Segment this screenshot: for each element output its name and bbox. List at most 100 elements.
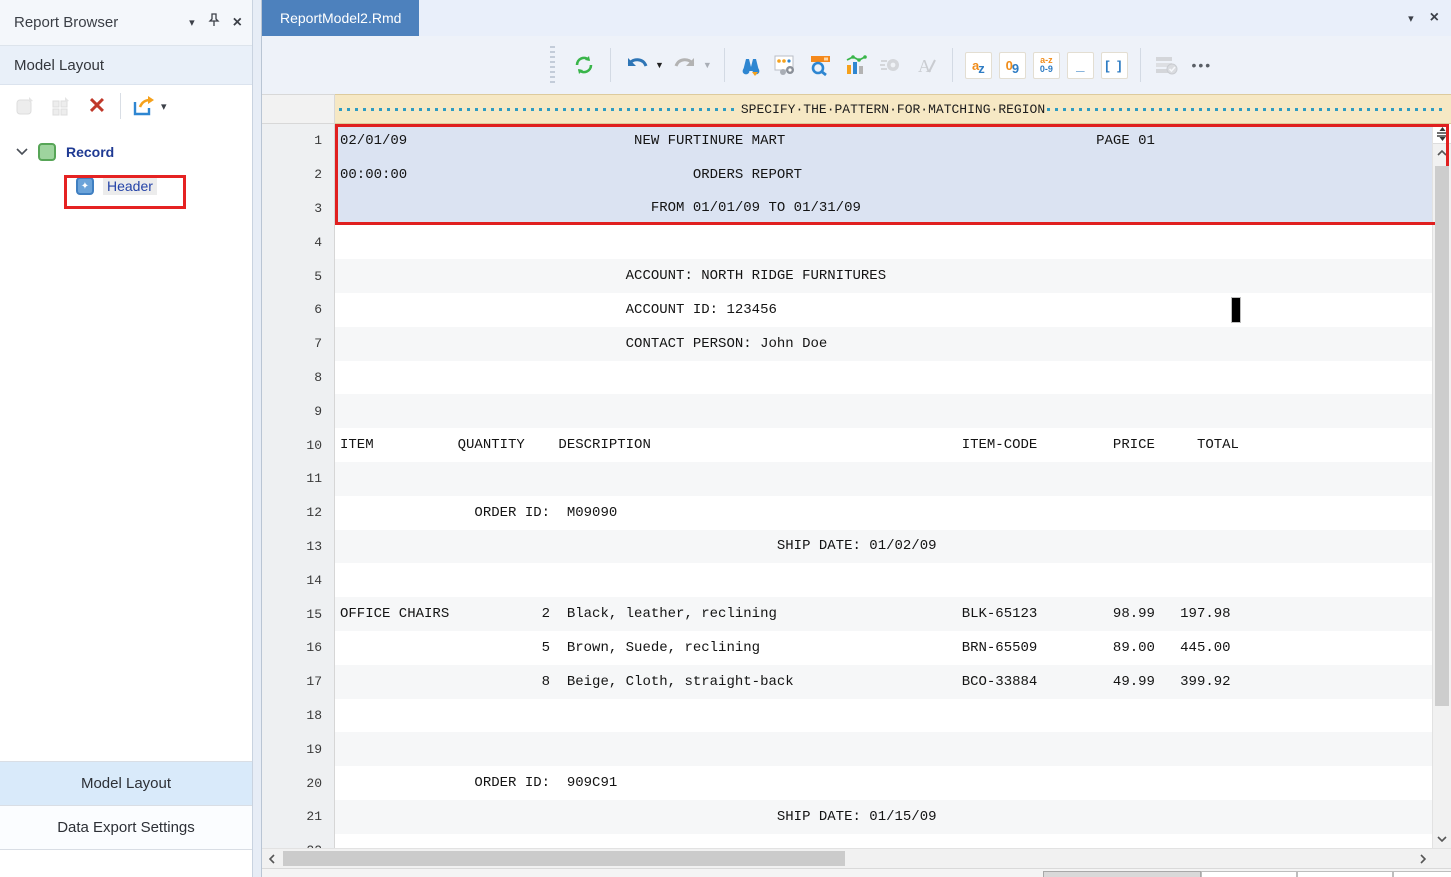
line-content[interactable]: ORDER ID: M09090 <box>335 496 1432 530</box>
line-number: 1 <box>262 124 335 158</box>
line-content[interactable]: 00:00:00 ORDERS REPORT <box>335 158 1432 192</box>
report-line[interactable]: 13 SHIP DATE: 01/02/09 <box>262 530 1432 564</box>
line-content[interactable]: 8 Beige, Cloth, straight-back BCO-33884 … <box>335 665 1432 699</box>
report-line[interactable]: 6 ACCOUNT ID: 123456 <box>262 293 1432 327</box>
line-number: 12 <box>262 496 335 530</box>
redo-button[interactable] <box>671 51 699 79</box>
line-content[interactable]: SHIP DATE: 01/02/09 <box>335 530 1432 564</box>
scroll-right-icon[interactable] <box>1413 849 1432 868</box>
report-line[interactable]: 2 00:00:00 ORDERS REPORT <box>262 158 1432 192</box>
refresh-button[interactable] <box>570 51 598 79</box>
pattern-alphanumeric-button[interactable]: a-z 0-9 <box>1033 52 1060 79</box>
report-line[interactable]: 11 <box>262 462 1432 496</box>
line-content[interactable]: SHIP DATE: 01/15/09 <box>335 800 1432 834</box>
redo-caret-icon[interactable]: ▼ <box>703 60 712 70</box>
report-line[interactable]: 18 <box>262 699 1432 733</box>
line-content[interactable]: 5 Brown, Suede, reclining BRN-65509 89.0… <box>335 631 1432 665</box>
auto-parse-icon[interactable] <box>877 51 905 79</box>
report-line[interactable]: 16 5 Brown, Suede, reclining BRN-65509 8… <box>262 631 1432 665</box>
report-line[interactable]: 4 <box>262 225 1432 259</box>
report-line[interactable]: 8 <box>262 361 1432 395</box>
add-region-icon[interactable] <box>12 93 38 119</box>
report-line[interactable]: 7 CONTACT PERSON: John Doe <box>262 327 1432 361</box>
font-edit-icon[interactable]: A <box>912 51 940 79</box>
export-button[interactable]: ▾ <box>131 94 167 118</box>
field-settings-button[interactable] <box>772 51 800 79</box>
pattern-letters-button[interactable]: az <box>965 52 992 79</box>
window-list-caret-icon[interactable]: ▾ <box>1408 12 1414 25</box>
binoculars-icon <box>739 53 763 77</box>
line-content[interactable]: ORDER ID: 909C91 <box>335 766 1432 800</box>
line-content[interactable]: OFFICE CHAIRS 2 Black, leather, reclinin… <box>335 597 1432 631</box>
tab-reportmodel2[interactable]: ReportModel2.Rmd <box>262 0 419 36</box>
line-content[interactable] <box>335 462 1432 496</box>
export-caret-icon[interactable]: ▾ <box>161 100 167 113</box>
line-content[interactable]: 02/01/09 NEW FURTINURE MART PAGE 01 <box>335 124 1432 158</box>
pin-icon[interactable] <box>208 13 220 32</box>
report-line[interactable]: 9 <box>262 394 1432 428</box>
pattern-space-button[interactable]: _ <box>1067 52 1094 79</box>
report-line[interactable]: 21 SHIP DATE: 01/15/09 <box>262 800 1432 834</box>
report-line[interactable]: 19 <box>262 732 1432 766</box>
report-line[interactable]: 15 OFFICE CHAIRS 2 Black, leather, recli… <box>262 597 1432 631</box>
delete-node-button[interactable]: ✕ <box>84 93 110 119</box>
tree-node-header[interactable]: ✦ Header <box>0 171 252 201</box>
pattern-input-bar[interactable]: SPECIFY·THE·PATTERN·FOR·MATCHING·REGION <box>335 94 1451 124</box>
apply-pattern-icon[interactable] <box>1153 51 1181 79</box>
vertical-scroll-thumb[interactable] <box>1435 166 1449 706</box>
line-content[interactable] <box>335 563 1432 597</box>
report-line[interactable]: 20 ORDER ID: 909C91 <box>262 766 1432 800</box>
preview-search-icon <box>808 53 833 77</box>
line-content[interactable]: FROM 01/01/09 TO 01/31/09 <box>335 192 1432 226</box>
vertical-scroll-track[interactable] <box>1433 162 1451 830</box>
line-content[interactable]: CONTACT PERSON: John Doe <box>335 327 1432 361</box>
vertical-scrollbar[interactable] <box>1432 124 1451 848</box>
report-line[interactable]: 22 <box>262 834 1432 848</box>
line-content[interactable] <box>335 732 1432 766</box>
undo-caret-icon[interactable]: ▼ <box>655 60 664 70</box>
close-document-icon[interactable]: × <box>1430 9 1439 27</box>
line-content[interactable] <box>335 699 1432 733</box>
find-button[interactable] <box>737 51 765 79</box>
line-content[interactable] <box>335 225 1432 259</box>
statistics-button[interactable] <box>842 51 870 79</box>
scroll-down-icon[interactable] <box>1433 830 1451 848</box>
horizontal-scroll-track[interactable] <box>281 849 1413 868</box>
scroll-up-icon[interactable] <box>1433 144 1451 162</box>
line-content[interactable] <box>335 834 1432 848</box>
toolbar-overflow-button[interactable]: ••• <box>1188 51 1216 79</box>
pattern-digits-button[interactable]: 09 <box>999 52 1026 79</box>
pattern-leader-dots <box>1047 108 1447 111</box>
export-icon <box>131 94 157 118</box>
splitter-handle-icon[interactable] <box>1433 124 1451 144</box>
document-lines[interactable]: 1 02/01/09 NEW FURTINURE MART PAGE 01 2 … <box>262 124 1432 848</box>
report-line[interactable]: 1 02/01/09 NEW FURTINURE MART PAGE 01 <box>262 124 1432 158</box>
redo-icon <box>673 55 697 75</box>
line-content[interactable]: ACCOUNT: NORTH RIDGE FURNITURES <box>335 259 1432 293</box>
scroll-left-icon[interactable] <box>262 849 281 868</box>
header-node-label: Header <box>103 177 157 195</box>
report-line[interactable]: 14 <box>262 563 1432 597</box>
report-line[interactable]: 17 8 Beige, Cloth, straight-back BCO-338… <box>262 665 1432 699</box>
horizontal-scrollbar[interactable] <box>262 848 1451 868</box>
line-content[interactable] <box>335 361 1432 395</box>
tree-node-record[interactable]: Record <box>0 137 252 167</box>
add-fields-icon[interactable] <box>48 93 74 119</box>
toolbar-grip[interactable] <box>550 46 555 84</box>
undo-button[interactable] <box>623 51 651 79</box>
pattern-brackets-button[interactable]: [ ] <box>1101 52 1128 79</box>
report-line[interactable]: 5 ACCOUNT: NORTH RIDGE FURNITURES <box>262 259 1432 293</box>
close-icon[interactable]: × <box>233 14 242 32</box>
line-content[interactable] <box>335 394 1432 428</box>
line-content[interactable]: ITEM QUANTITY DESCRIPTION ITEM-CODE PRIC… <box>335 428 1432 462</box>
preview-search-button[interactable] <box>807 51 835 79</box>
tab-data-export-settings[interactable]: Data Export Settings <box>0 806 252 850</box>
report-line[interactable]: 10 ITEM QUANTITY DESCRIPTION ITEM-CODE P… <box>262 428 1432 462</box>
horizontal-scroll-thumb[interactable] <box>283 851 845 866</box>
tab-model-layout[interactable]: Model Layout <box>0 762 252 806</box>
report-line[interactable]: 12 ORDER ID: M09090 <box>262 496 1432 530</box>
report-line[interactable]: 3 FROM 01/01/09 TO 01/31/09 <box>262 192 1432 226</box>
panel-menu-caret-icon[interactable]: ▾ <box>189 16 195 29</box>
model-layout-section-header: Model Layout <box>0 46 252 85</box>
line-content[interactable]: ACCOUNT ID: 123456 <box>335 293 1432 327</box>
